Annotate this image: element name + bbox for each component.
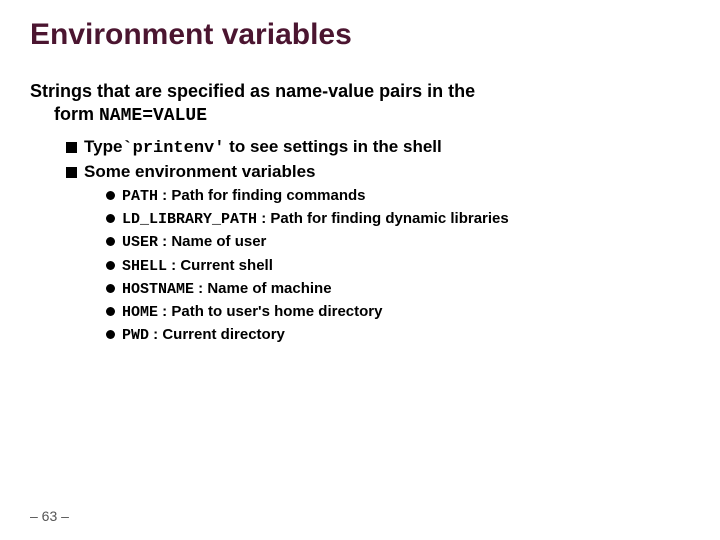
list-item: USER : Name of user [106, 232, 690, 253]
bullet2-text: Some environment variables [84, 162, 315, 182]
bullet1-suffix: to see settings in the shell [224, 137, 441, 156]
intro-code: NAME=VALUE [99, 106, 207, 126]
var-desc: : Current shell [167, 257, 273, 274]
dot-bullet-icon [106, 284, 115, 293]
var-desc: : Current directory [149, 326, 285, 343]
dot-bullet-icon [106, 261, 115, 270]
dot-bullet-icon [106, 214, 115, 223]
var-name: SHELL [122, 258, 167, 275]
intro-text: Strings that are specified as name-value… [30, 80, 690, 129]
var-name: HOSTNAME [122, 281, 194, 298]
bullet-printenv: Type`printenv' to see settings in the sh… [66, 137, 690, 158]
var-name: USER [122, 234, 158, 251]
list-item: SHELL : Current shell [106, 256, 690, 277]
list-item: LD_LIBRARY_PATH : Path for finding dynam… [106, 209, 690, 230]
slide-title: Environment variables [30, 18, 690, 52]
intro-line1: Strings that are specified as name-value… [30, 81, 475, 101]
dot-bullet-icon [106, 307, 115, 316]
bullet-env-vars: Some environment variables [66, 162, 690, 182]
var-desc: : Path for finding commands [158, 187, 366, 204]
slide-number: – 63 – [30, 508, 69, 524]
bullet1-code: `printenv' [122, 139, 224, 158]
var-desc: : Path to user's home directory [158, 303, 382, 320]
list-item: HOME : Path to user's home directory [106, 302, 690, 323]
intro-line2-prefix: form [54, 104, 99, 124]
dot-bullet-icon [106, 330, 115, 339]
env-var-list: PATH : Path for finding commands LD_LIBR… [106, 186, 690, 347]
var-name: HOME [122, 304, 158, 321]
square-bullet-icon [66, 142, 77, 153]
var-desc: : Path for finding dynamic libraries [257, 210, 509, 227]
list-item: PWD : Current directory [106, 325, 690, 346]
var-name: LD_LIBRARY_PATH [122, 211, 257, 228]
list-item: HOSTNAME : Name of machine [106, 279, 690, 300]
dot-bullet-icon [106, 237, 115, 246]
var-name: PATH [122, 188, 158, 205]
var-desc: : Name of machine [194, 280, 332, 297]
square-bullet-icon [66, 167, 77, 178]
dot-bullet-icon [106, 191, 115, 200]
var-desc: : Name of user [158, 233, 266, 250]
var-name: PWD [122, 327, 149, 344]
list-item: PATH : Path for finding commands [106, 186, 690, 207]
bullet1-prefix: Type [84, 137, 122, 156]
